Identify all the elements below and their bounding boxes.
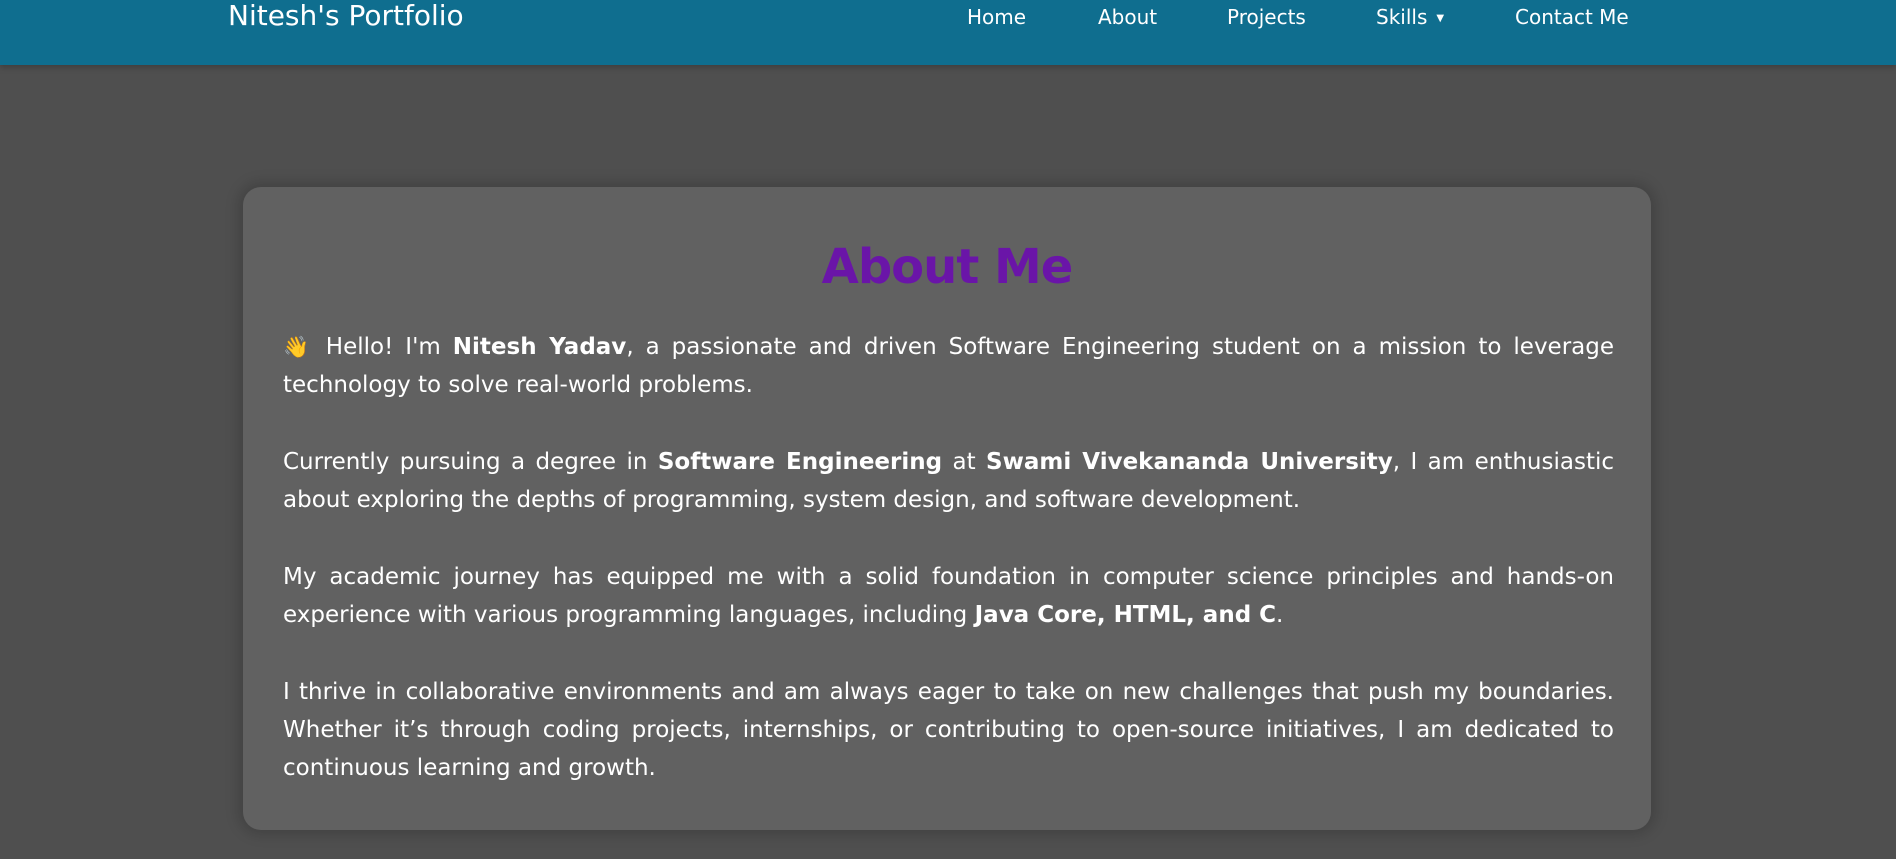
about-education-paragraph: Currently pursuing a degree in Software …: [283, 449, 1614, 513]
nav-about-link[interactable]: About: [1098, 5, 1157, 29]
about-goals-paragraph: I thrive in collaborative environments a…: [283, 679, 1614, 781]
about-title: About Me: [821, 239, 1074, 295]
degree-name: Software Engineering: [657, 449, 943, 475]
nav-contact-link[interactable]: Contact Me: [1515, 5, 1629, 29]
nav-skills-label: Skills: [1376, 5, 1428, 29]
caret-down-icon: ▼: [1436, 13, 1445, 24]
nav-home-link[interactable]: Home: [967, 5, 1026, 29]
about-intro-paragraph: 👋 Hello! I'm Nitesh Yadav, a passionate …: [283, 334, 1615, 398]
author-name: Nitesh Yadav: [452, 334, 627, 360]
about-skills-paragraph: My academic journey has equipped me with…: [283, 564, 1614, 628]
university-name: Swami Vivekananda University: [986, 449, 1393, 475]
about-card: About Me 👋 Hello! I'm Nitesh Yadav, a pa…: [243, 187, 1651, 830]
top-navbar: Nitesh's Portfolio Home About Projects S…: [0, 0, 1896, 65]
nav-skills-dropdown[interactable]: Skills ▼: [1376, 5, 1444, 31]
nav-projects-link[interactable]: Projects: [1227, 5, 1306, 29]
languages-list: Java Core, HTML, and C: [974, 602, 1277, 628]
site-brand[interactable]: Nitesh's Portfolio: [228, 0, 464, 32]
waving-hand-icon: 👋: [283, 335, 314, 359]
